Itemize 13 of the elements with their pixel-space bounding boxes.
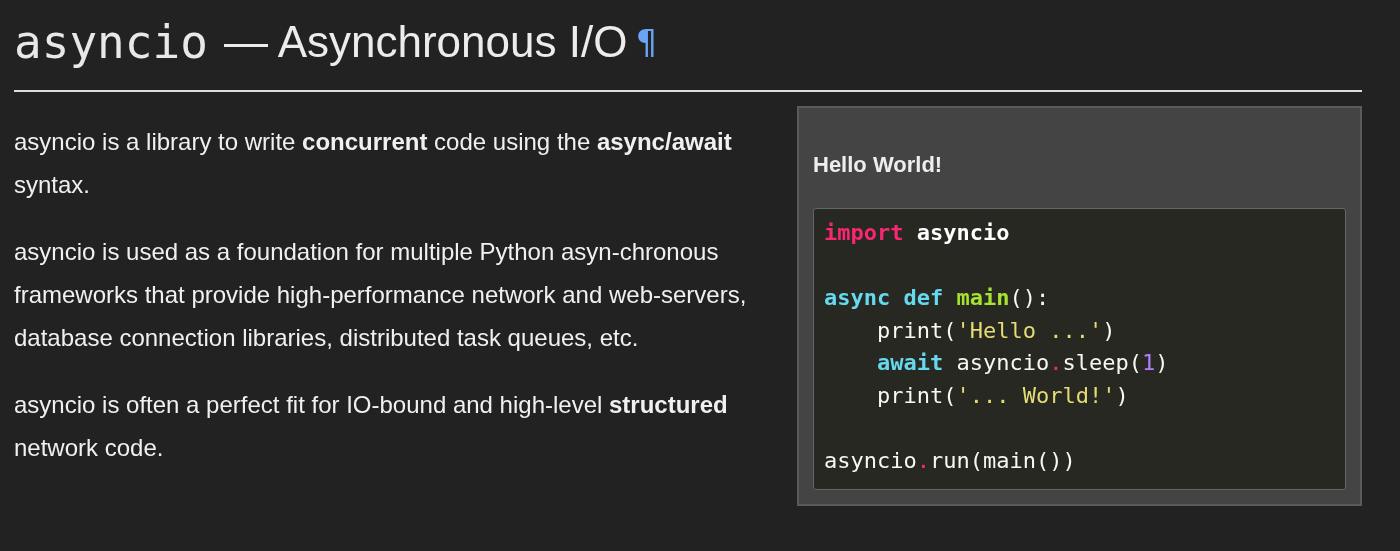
paragraph: asyncio is often a perfect fit for IO-bound and high-level structured network code. (14, 390, 729, 463)
code-line: await asyncio.sleep(1) (875, 349, 1170, 377)
paragraph: asyncio is a library to write concurrent code using the async/await syntax. (14, 127, 733, 200)
code-line: print('Hello ...') (875, 316, 1117, 345)
module-name: asyncio (14, 15, 208, 69)
sidebar-title: Hello World! (813, 152, 944, 178)
code-line: asyncio.run(main()) (824, 446, 1077, 475)
code-line: async def main(): (824, 284, 1051, 312)
code-line: print('... World!') (875, 381, 1130, 410)
permalink[interactable]: ¶ (635, 22, 658, 62)
page-title: — Asynchronous I/O (223, 17, 628, 67)
paragraph: asyncio is used as a foundation for multiple Python asyn-chronous frameworks that provide high-performance network and web-servers, database connection libraries, distributed task queues, etc. (14, 237, 748, 353)
code-line: import asyncio (824, 219, 1011, 247)
